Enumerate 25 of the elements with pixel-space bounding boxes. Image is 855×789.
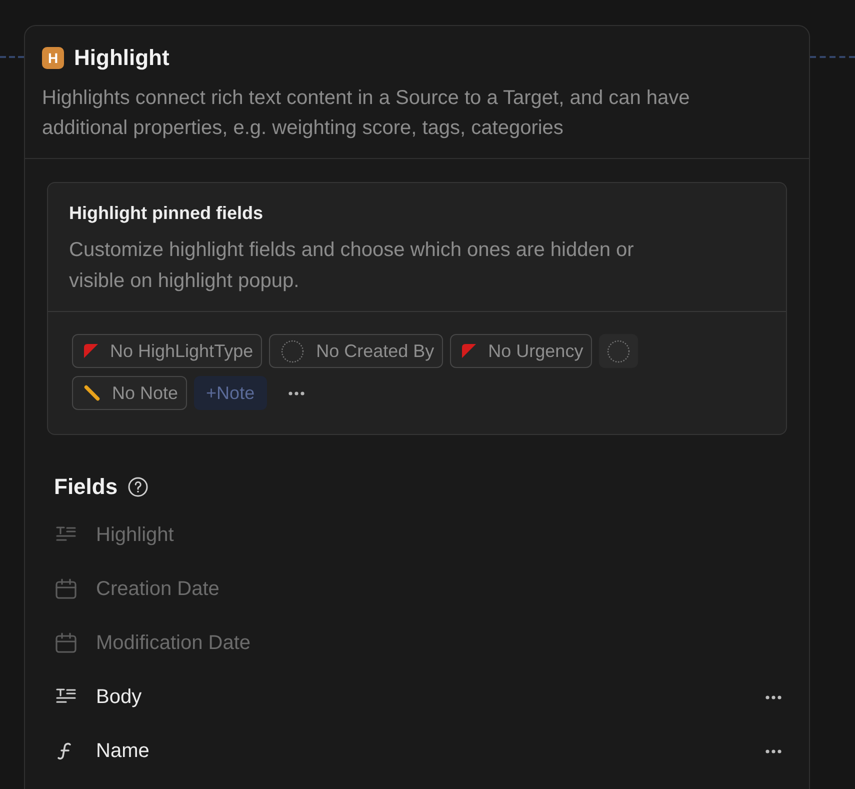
panel-title: Highlight pinned fields [69,202,264,225]
dotted-circle-icon [281,340,304,362]
calendar-icon [54,577,78,601]
ellipsis-icon [765,694,782,700]
pinned-field-chip[interactable]: No Created By [269,334,444,368]
type-badge: H [42,47,64,69]
pinned-field-chip[interactable]: No HighLightType [72,334,262,368]
pinned-field-chip[interactable]: No Note [72,376,188,410]
help-icon[interactable] [128,477,148,497]
dotted-circle-icon [607,340,630,362]
wedge-icon [462,344,476,358]
field-name[interactable]: Body [96,682,142,712]
diagonal-line-icon [84,385,100,401]
avatar-chip[interactable] [599,334,638,368]
field-name[interactable]: Name [96,736,150,766]
ellipsis-icon [765,748,782,754]
ellipsis-icon [288,390,305,396]
card-description: Highlights connect rich text content in a Source to a Target, and can have additional properties, e.g. weighting score, tags, categories [42,86,691,141]
add-note-button[interactable]: +Note [194,376,267,410]
card-title: Highlight [74,44,170,72]
panel-description: Customize highlight fields and choose which ones are hidden or visible on highlight popup. [69,238,635,294]
pinned-field-chip[interactable]: No Urgency [450,334,592,368]
calendar-icon [54,631,78,655]
wedge-icon [84,344,98,358]
fields-heading: Fields [54,473,118,501]
